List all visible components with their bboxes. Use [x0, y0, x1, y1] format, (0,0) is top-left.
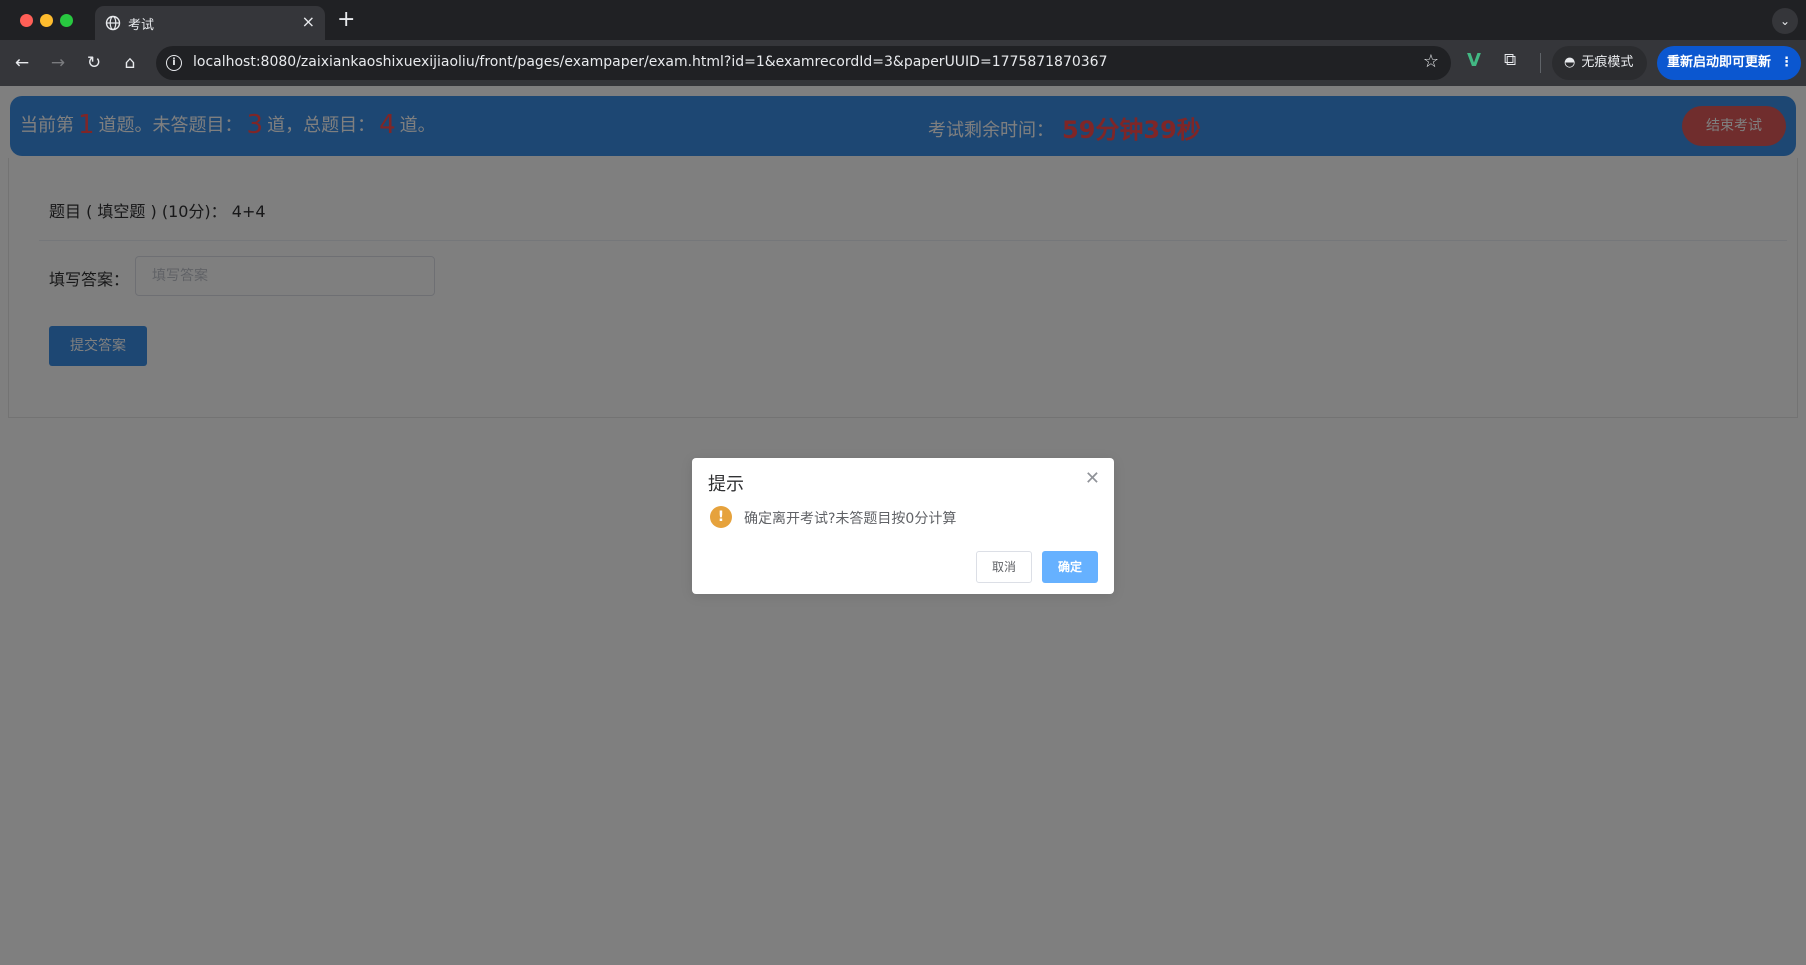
incognito-icon: ◓: [1564, 55, 1576, 70]
window-minimize-button[interactable]: [40, 14, 53, 27]
window-zoom-button[interactable]: [60, 14, 73, 27]
bookmark-star-icon[interactable]: ☆: [1423, 51, 1439, 72]
url-text[interactable]: localhost:8080/zaixiankaoshixuexijiaoliu…: [193, 54, 1108, 70]
confirm-button[interactable]: 确定: [1042, 551, 1098, 583]
dialog-title: 提示: [708, 474, 744, 495]
relaunch-update-button[interactable]: 重新启动即可更新 ⋮: [1657, 46, 1801, 80]
tab-title: 考试: [128, 18, 155, 33]
dialog-message: 确定离开考试?未答题目按0分计算: [744, 511, 957, 527]
kebab-menu-icon[interactable]: ⋮: [1780, 46, 1793, 80]
tab-close-icon[interactable]: ×: [302, 12, 315, 31]
globe-icon: [105, 15, 121, 31]
window-close-button[interactable]: [20, 14, 33, 27]
page-viewport: 当前第1道题。未答题目：3道，总题目：4道。 考试剩余时间：59分钟39秒 结束…: [0, 86, 1806, 965]
toolbar-divider: [1540, 53, 1541, 73]
incognito-label: 无痕模式: [1581, 55, 1634, 70]
reload-button[interactable]: ↻: [82, 51, 106, 75]
extensions-puzzle-icon[interactable]: ⧉: [1504, 50, 1516, 70]
forward-button[interactable]: →: [46, 51, 70, 75]
update-label: 重新启动即可更新: [1667, 55, 1772, 70]
incognito-indicator[interactable]: ◓ 无痕模式: [1552, 46, 1648, 80]
close-icon[interactable]: ✕: [1085, 468, 1100, 489]
confirm-dialog: 提示 ✕ ! 确定离开考试?未答题目按0分计算 取消 确定: [692, 458, 1114, 594]
browser-toolbar: ← → ↻ ⌂ i localhost:8080/zaixiankaoshixu…: [0, 40, 1806, 86]
browser-tab-active[interactable]: 考试 ×: [95, 6, 325, 40]
address-bar[interactable]: i localhost:8080/zaixiankaoshixuexijiaol…: [156, 46, 1451, 80]
tab-search-button[interactable]: ⌄: [1772, 8, 1798, 34]
new-tab-button[interactable]: +: [337, 7, 355, 32]
browser-tabbar: 考试 × + ⌄: [0, 0, 1806, 40]
home-button[interactable]: ⌂: [118, 51, 142, 75]
vue-devtools-icon[interactable]: V: [1467, 50, 1481, 71]
warning-icon: !: [710, 506, 732, 528]
back-button[interactable]: ←: [10, 51, 34, 75]
site-info-icon[interactable]: i: [166, 55, 182, 71]
cancel-button[interactable]: 取消: [976, 551, 1032, 583]
